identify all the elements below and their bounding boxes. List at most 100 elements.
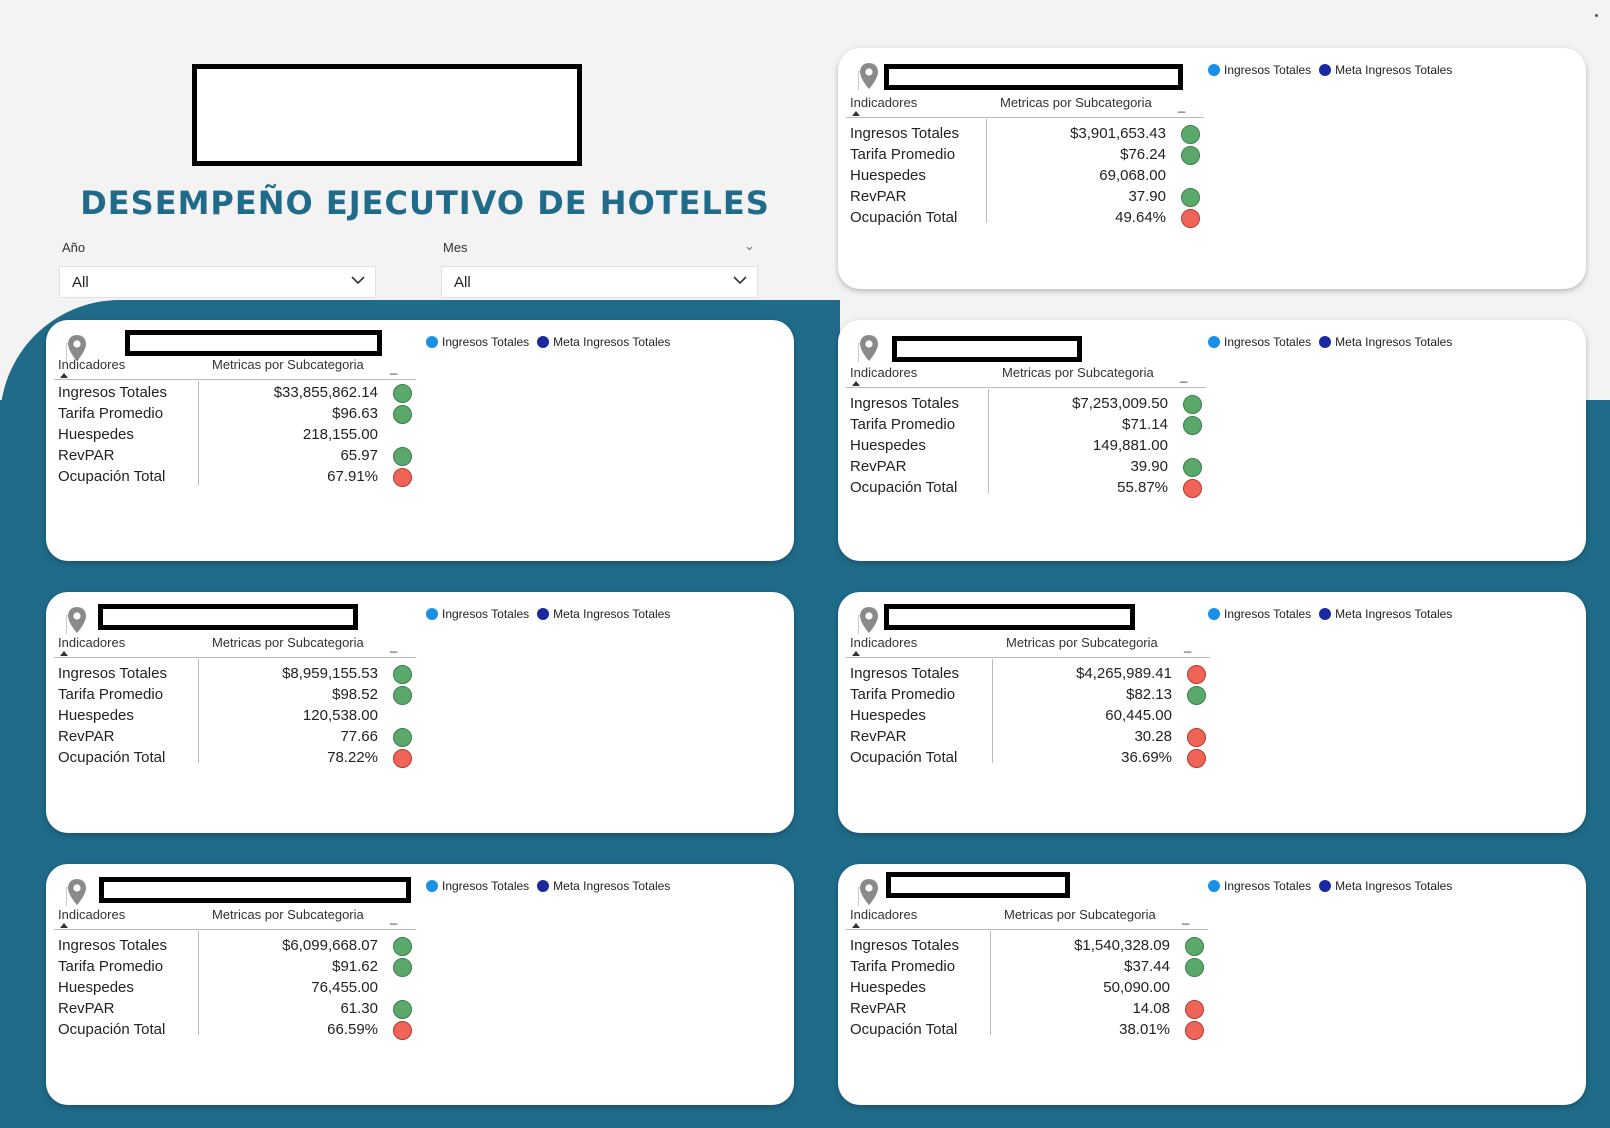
header-metricas[interactable]: Metricas por Subcategoria — [1004, 907, 1156, 922]
legend-dot-ingresos — [426, 608, 438, 620]
sort-icon[interactable] — [852, 923, 860, 928]
legend-label-ingresos: Ingresos Totales — [442, 607, 530, 621]
header-metricas[interactable]: Metricas por Subcategoria — [1000, 95, 1152, 110]
header-metricas[interactable]: Metricas por Subcategoria — [212, 635, 364, 650]
row-value: 50,090.00 — [1103, 979, 1170, 996]
header-indicadores[interactable]: Indicadores — [850, 635, 917, 650]
header-metricas[interactable]: Metricas por Subcategoria — [1002, 365, 1154, 380]
month-filter-label: Mes — [443, 240, 468, 255]
row-label: Huespedes — [850, 979, 926, 996]
row-value: 69,068.00 — [1099, 167, 1166, 184]
legend-label-ingresos: Ingresos Totales — [442, 879, 530, 893]
row-label: RevPAR — [850, 458, 907, 475]
row-value: 37.90 — [1128, 188, 1166, 205]
table-row: Ingresos Totales $7,253,009.50 — [850, 395, 1208, 416]
table-row: RevPAR 65.97 — [58, 447, 418, 468]
location-pin-icon: $367.7K$319.6K$150.7K$195.1K$231.8K$167.… — [850, 334, 1239, 526]
row-value: $76.24 — [1120, 146, 1166, 163]
table-row: RevPAR 39.90 — [850, 458, 1208, 479]
header-extra: _ — [390, 638, 398, 653]
header-metricas[interactable]: Metricas por Subcategoria — [212, 357, 364, 372]
year-filter-label: Año — [62, 240, 86, 255]
header-indicadores[interactable]: Indicadores — [58, 357, 125, 372]
sort-icon[interactable] — [60, 923, 68, 928]
header-indicadores[interactable]: Indicadores — [850, 907, 917, 922]
year-filter-select[interactable]: All — [59, 266, 376, 298]
revenue-line-chart — [416, 628, 780, 831]
hotel-card: $636.0K$1,707.2K$1,152.7K$806.1K$1,540.6… — [46, 320, 794, 561]
legend-dot-meta — [537, 880, 550, 892]
table-row: Tarifa Promedio $96.63 — [58, 405, 418, 426]
row-value: $1,540,328.09 — [1074, 937, 1170, 954]
table-row: Huespedes 120,538.00 — [58, 707, 418, 728]
row-label: Ocupación Total — [58, 749, 166, 766]
row-label: Huespedes — [850, 437, 926, 454]
row-value: 60,445.00 — [1105, 707, 1172, 724]
row-label: Huespedes — [58, 426, 134, 443]
table-row: RevPAR 77.66 — [58, 728, 418, 749]
header-divider — [54, 657, 416, 658]
chevron-down-icon[interactable]: ⌄ — [744, 238, 755, 254]
row-label: Ingresos Totales — [58, 937, 167, 954]
table-row: RevPAR 30.28 — [850, 728, 1212, 749]
row-value: 14.08 — [1132, 1000, 1170, 1017]
chart-legend: Ingresos Totales Meta Ingresos Totales — [426, 335, 670, 349]
red-status-indicator — [393, 1021, 412, 1040]
header-indicadores[interactable]: Indicadores — [850, 95, 917, 110]
legend-label-ingresos: Ingresos Totales — [442, 335, 530, 349]
table-header: Indicadores Metricas por Subcategoria _ — [58, 907, 398, 927]
row-value: 36.69% — [1121, 749, 1172, 766]
table-row: Ocupación Total 49.64% — [850, 209, 1206, 230]
legend-label-meta: Meta Ingresos Totales — [553, 335, 671, 349]
legend-dot-ingresos — [426, 880, 438, 892]
header-metricas[interactable]: Metricas por Subcategoria — [212, 907, 364, 922]
page-title: DESEMPEÑO EJECUTIVO DE HOTELES — [80, 184, 770, 222]
chart-svg — [416, 628, 780, 831]
row-label: Huespedes — [850, 167, 926, 184]
hotel-card: $231.6K$247.8K$365.5K$308.0K$454.6K$308.… — [46, 592, 794, 833]
chevron-down-icon — [733, 276, 747, 285]
table-header: Indicadores Metricas por Subcategoria _ — [850, 635, 1192, 655]
row-label: Tarifa Promedio — [58, 958, 164, 975]
sort-icon[interactable] — [852, 651, 860, 656]
header-indicadores[interactable]: Indicadores — [850, 365, 917, 380]
header-extra: _ — [1184, 638, 1192, 653]
legend-label-meta: Meta Ingresos Totales — [1335, 607, 1453, 621]
month-filter-select[interactable]: All — [441, 266, 758, 298]
table-row: Huespedes 76,455.00 — [58, 979, 418, 1000]
sort-icon[interactable] — [852, 381, 860, 386]
header-divider — [846, 929, 1208, 930]
row-value: $6,099,668.07 — [282, 937, 378, 954]
chart-legend: Ingresos Totales Meta Ingresos Totales — [1208, 63, 1452, 77]
chart-legend: Ingresos Totales Meta Ingresos Totales — [426, 879, 670, 893]
table-row: Tarifa Promedio $98.52 — [58, 686, 418, 707]
legend-dot-ingresos — [1208, 336, 1220, 348]
row-value: $37.44 — [1124, 958, 1170, 975]
row-label: Ingresos Totales — [58, 665, 167, 682]
header-metricas[interactable]: Metricas por Subcategoria — [1006, 635, 1158, 650]
hotel-card: $367.7K$319.6K$150.7K$195.1K$231.8K$167.… — [838, 320, 1586, 561]
table-row: Tarifa Promedio $91.62 — [58, 958, 418, 979]
table-row: Ingresos Totales $4,265,989.41 — [850, 665, 1212, 686]
header-indicadores[interactable]: Indicadores — [58, 907, 125, 922]
header-extra: _ — [390, 360, 398, 375]
table-row: Tarifa Promedio $82.13 — [850, 686, 1212, 707]
row-label: Tarifa Promedio — [850, 686, 956, 703]
table-header: Indicadores Metricas por Subcategoria _ — [850, 907, 1190, 927]
sort-icon[interactable] — [852, 111, 860, 116]
header-indicadores[interactable]: Indicadores — [58, 635, 125, 650]
legend-dot-meta — [537, 608, 550, 620]
legend-label-ingresos: Ingresos Totales — [1224, 607, 1312, 621]
chart-legend: Ingresos Totales Meta Ingresos Totales — [1208, 879, 1452, 893]
row-value: $4,265,989.41 — [1076, 665, 1172, 682]
header-divider — [846, 657, 1210, 658]
chart-svg — [1198, 900, 1572, 1103]
row-value: $3,901,653.43 — [1070, 125, 1166, 142]
sort-icon[interactable] — [60, 651, 68, 656]
sort-icon[interactable] — [60, 373, 68, 378]
header-extra: _ — [390, 910, 398, 925]
row-value: 120,538.00 — [302, 707, 378, 724]
row-value: 149,881.00 — [1092, 437, 1168, 454]
header-extra: _ — [1178, 98, 1186, 113]
header-extra: _ — [1182, 910, 1190, 925]
